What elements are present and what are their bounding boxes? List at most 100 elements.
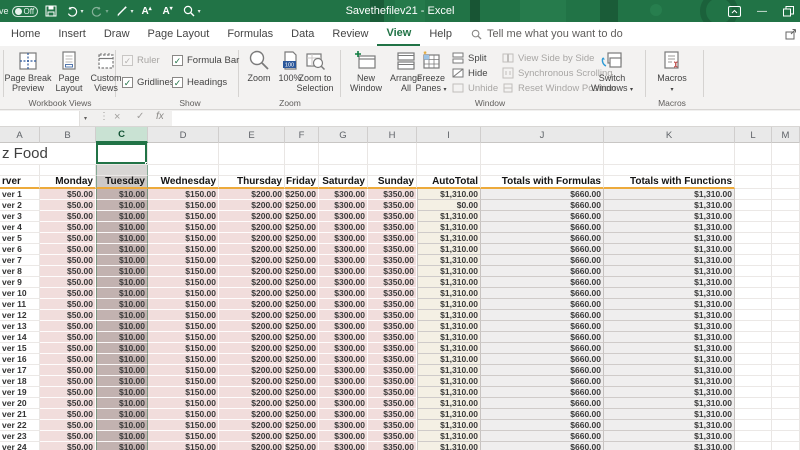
value-cell[interactable]: $660.00 bbox=[481, 277, 604, 288]
value-cell[interactable]: $150.00 bbox=[148, 266, 219, 277]
cell[interactable] bbox=[735, 143, 772, 165]
cell[interactable] bbox=[319, 143, 368, 165]
value-cell[interactable]: $250.00 bbox=[285, 222, 319, 233]
value-cell[interactable]: $50.00 bbox=[40, 200, 96, 211]
value-cell[interactable]: $10.00 bbox=[96, 189, 148, 200]
value-cell[interactable]: $350.00 bbox=[368, 387, 417, 398]
value-cell[interactable]: $660.00 bbox=[481, 321, 604, 332]
server-label-cell[interactable]: ver 4 bbox=[0, 222, 40, 233]
cell[interactable] bbox=[219, 143, 285, 165]
cell[interactable] bbox=[604, 165, 735, 176]
value-cell[interactable]: $1,310.00 bbox=[604, 310, 735, 321]
cell[interactable] bbox=[219, 165, 285, 176]
value-cell[interactable]: $200.00 bbox=[219, 299, 285, 310]
value-cell[interactable]: $1,310.00 bbox=[417, 420, 481, 431]
cell[interactable] bbox=[735, 354, 772, 365]
value-cell[interactable]: $250.00 bbox=[285, 310, 319, 321]
server-label-cell[interactable]: ver 2 bbox=[0, 200, 40, 211]
value-cell[interactable]: $350.00 bbox=[368, 233, 417, 244]
value-cell[interactable]: $1,310.00 bbox=[417, 299, 481, 310]
cell[interactable] bbox=[735, 431, 772, 442]
zoom-to-selection-button[interactable]: Zoom to Selection bbox=[292, 49, 338, 93]
value-cell[interactable]: $50.00 bbox=[40, 387, 96, 398]
headings-checkbox[interactable]: ✓Headings bbox=[172, 77, 227, 88]
name-box-caret-icon[interactable]: ▾ bbox=[84, 115, 87, 122]
tab-view[interactable]: View bbox=[377, 22, 420, 46]
value-cell[interactable]: $150.00 bbox=[148, 387, 219, 398]
value-cell[interactable]: $1,310.00 bbox=[417, 398, 481, 409]
cell[interactable] bbox=[772, 277, 800, 288]
value-cell[interactable]: $300.00 bbox=[319, 343, 368, 354]
value-cell[interactable]: $250.00 bbox=[285, 332, 319, 343]
value-cell[interactable]: $1,310.00 bbox=[604, 200, 735, 211]
sheet-column-title[interactable]: Sunday bbox=[368, 176, 417, 189]
tab-home[interactable]: Home bbox=[2, 22, 49, 46]
value-cell[interactable]: $300.00 bbox=[319, 277, 368, 288]
sheet-column-title[interactable]: AutoTotal bbox=[417, 176, 481, 189]
value-cell[interactable]: $660.00 bbox=[481, 365, 604, 376]
value-cell[interactable]: $1,310.00 bbox=[417, 211, 481, 222]
value-cell[interactable]: $1,310.00 bbox=[604, 365, 735, 376]
cell[interactable] bbox=[735, 244, 772, 255]
value-cell[interactable]: $300.00 bbox=[319, 332, 368, 343]
cell[interactable] bbox=[735, 277, 772, 288]
value-cell[interactable]: $350.00 bbox=[368, 189, 417, 200]
value-cell[interactable]: $250.00 bbox=[285, 288, 319, 299]
column-header-I[interactable]: I bbox=[417, 127, 481, 143]
value-cell[interactable]: $200.00 bbox=[219, 277, 285, 288]
cell[interactable] bbox=[772, 365, 800, 376]
value-cell[interactable]: $250.00 bbox=[285, 376, 319, 387]
value-cell[interactable]: $50.00 bbox=[40, 376, 96, 387]
value-cell[interactable]: $150.00 bbox=[148, 244, 219, 255]
cell[interactable] bbox=[735, 266, 772, 277]
value-cell[interactable]: $150.00 bbox=[148, 365, 219, 376]
value-cell[interactable]: $1,310.00 bbox=[604, 387, 735, 398]
sheet-column-title[interactable]: Totals with Functions bbox=[604, 176, 735, 189]
value-cell[interactable]: $150.00 bbox=[148, 343, 219, 354]
zoom-qat-button[interactable] bbox=[181, 3, 197, 19]
value-cell[interactable]: $200.00 bbox=[219, 343, 285, 354]
value-cell[interactable]: $200.00 bbox=[219, 200, 285, 211]
value-cell[interactable]: $250.00 bbox=[285, 398, 319, 409]
gridlines-checkbox[interactable]: ✓Gridlines bbox=[122, 77, 175, 88]
ribbon-display-options-icon[interactable] bbox=[728, 6, 741, 17]
value-cell[interactable]: $10.00 bbox=[96, 321, 148, 332]
cell[interactable] bbox=[772, 332, 800, 343]
cell[interactable] bbox=[772, 288, 800, 299]
value-cell[interactable]: $50.00 bbox=[40, 409, 96, 420]
hide-button[interactable]: Hide bbox=[452, 67, 488, 79]
value-cell[interactable]: $50.00 bbox=[40, 211, 96, 222]
value-cell[interactable]: $10.00 bbox=[96, 420, 148, 431]
value-cell[interactable]: $660.00 bbox=[481, 288, 604, 299]
value-cell[interactable]: $660.00 bbox=[481, 343, 604, 354]
cell[interactable] bbox=[735, 365, 772, 376]
server-label-cell[interactable]: ver 1 bbox=[0, 189, 40, 200]
cell[interactable] bbox=[0, 165, 40, 176]
cell[interactable] bbox=[417, 165, 481, 176]
value-cell[interactable]: $200.00 bbox=[219, 211, 285, 222]
value-cell[interactable]: $250.00 bbox=[285, 244, 319, 255]
cell[interactable] bbox=[772, 354, 800, 365]
cell[interactable] bbox=[735, 310, 772, 321]
column-header-E[interactable]: E bbox=[219, 127, 285, 143]
value-cell[interactable]: $1,310.00 bbox=[604, 332, 735, 343]
value-cell[interactable]: $300.00 bbox=[319, 255, 368, 266]
value-cell[interactable]: $350.00 bbox=[368, 409, 417, 420]
value-cell[interactable]: $250.00 bbox=[285, 387, 319, 398]
redo-button[interactable] bbox=[89, 3, 105, 19]
server-label-cell[interactable]: ver 11 bbox=[0, 299, 40, 310]
value-cell[interactable]: $660.00 bbox=[481, 200, 604, 211]
value-cell[interactable]: $150.00 bbox=[148, 442, 219, 450]
cell[interactable] bbox=[772, 431, 800, 442]
sheet-column-title[interactable]: Saturday bbox=[319, 176, 368, 189]
value-cell[interactable]: $200.00 bbox=[219, 288, 285, 299]
cell[interactable] bbox=[772, 299, 800, 310]
cell[interactable] bbox=[772, 398, 800, 409]
cell[interactable] bbox=[735, 299, 772, 310]
value-cell[interactable]: $200.00 bbox=[219, 398, 285, 409]
value-cell[interactable]: $350.00 bbox=[368, 255, 417, 266]
value-cell[interactable]: $1,310.00 bbox=[417, 365, 481, 376]
formula-bar-checkbox[interactable]: ✓Formula Bar bbox=[172, 55, 239, 66]
value-cell[interactable]: $350.00 bbox=[368, 200, 417, 211]
formula-bar-drag-handle[interactable]: ⋮ bbox=[99, 111, 109, 122]
